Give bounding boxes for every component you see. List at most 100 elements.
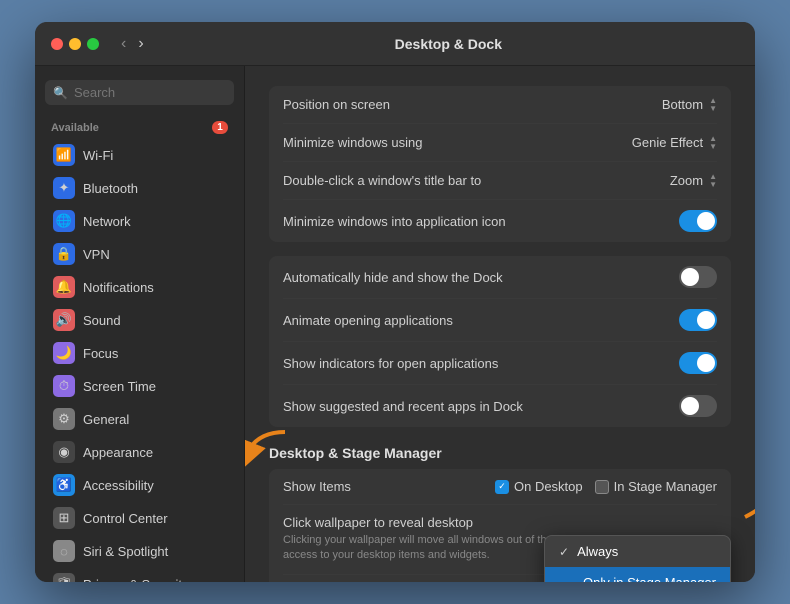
double-click-stepper[interactable]: ▲▼ [709, 173, 717, 189]
maximize-button[interactable] [87, 38, 99, 50]
sidebar-item-label: Wi-Fi [83, 148, 113, 163]
sidebar-item-label: Accessibility [83, 478, 154, 493]
in-stage-manager-checkbox[interactable] [595, 480, 609, 494]
sidebar-item-label: Privacy & Security [83, 577, 188, 583]
dock-settings-group-2: Automatically hide and show the Dock Ani… [269, 256, 731, 427]
network-icon: 🌐 [53, 210, 75, 232]
sidebar-item-label: Sound [83, 313, 121, 328]
system-preferences-window: ‹ › Desktop & Dock 🔍 Available 1 📶 Wi-Fi… [35, 22, 755, 582]
in-stage-manager-option[interactable]: In Stage Manager [595, 479, 717, 494]
minimize-value: Genie Effect ▲▼ [632, 135, 717, 151]
sidebar-item-label: Focus [83, 346, 118, 361]
suggested-row: Show suggested and recent apps in Dock [283, 385, 717, 427]
titlebar: ‹ › Desktop & Dock [35, 22, 755, 66]
in-stage-manager-label: In Stage Manager [614, 479, 717, 494]
position-stepper[interactable]: ▲▼ [709, 97, 717, 113]
wifi-icon: 📶 [53, 144, 75, 166]
sidebar-item-label: General [83, 412, 129, 427]
sidebar-item-privacy-security[interactable]: 🛡 Privacy & Security [41, 568, 238, 582]
back-arrow[interactable]: ‹ [117, 33, 130, 55]
traffic-lights [51, 38, 99, 50]
indicators-label: Show indicators for open applications [283, 356, 498, 371]
screen-time-icon: ⏱ [53, 375, 75, 397]
animate-label: Animate opening applications [283, 313, 453, 328]
appearance-icon: ◉ [53, 441, 75, 463]
search-input[interactable] [74, 85, 226, 100]
sidebar-item-appearance[interactable]: ◉ Appearance [41, 436, 238, 468]
sidebar-item-label: VPN [83, 247, 110, 262]
wallpaper-row-top: Click wallpaper to reveal desktop [283, 515, 717, 530]
sidebar-item-control-center[interactable]: ⊞ Control Center [41, 502, 238, 534]
checkmark-icon: ✓ [559, 545, 569, 559]
sidebar-item-bluetooth[interactable]: ✦ Bluetooth [41, 172, 238, 204]
position-value: Bottom ▲▼ [662, 97, 717, 113]
suggested-toggle[interactable] [679, 395, 717, 417]
animate-row: Animate opening applications [283, 299, 717, 342]
stage-manager-section-header: Desktop & Stage Manager [269, 445, 731, 461]
notification-badge: 1 [212, 121, 228, 134]
indicators-toggle[interactable] [679, 352, 717, 374]
general-icon: ⚙ [53, 408, 75, 430]
sidebar: 🔍 Available 1 📶 Wi-Fi ✦ Bluetooth 🌐 Netw… [35, 66, 245, 582]
show-items-label: Show Items [283, 479, 351, 494]
show-items-options: ✓ On Desktop In Stage Manager [495, 479, 717, 494]
nav-arrows: ‹ › [117, 33, 148, 55]
sidebar-item-network[interactable]: 🌐 Network [41, 205, 238, 237]
search-icon: 🔍 [53, 86, 68, 100]
focus-icon: 🌙 [53, 342, 75, 364]
content-area: 🔍 Available 1 📶 Wi-Fi ✦ Bluetooth 🌐 Netw… [35, 66, 755, 582]
notifications-icon: 🔔 [53, 276, 75, 298]
position-row: Position on screen Bottom ▲▼ [283, 86, 717, 124]
auto-hide-label: Automatically hide and show the Dock [283, 270, 503, 285]
sidebar-item-label: Bluetooth [83, 181, 138, 196]
sidebar-item-notifications[interactable]: 🔔 Notifications [41, 271, 238, 303]
sidebar-item-siri-spotlight[interactable]: ◌ Siri & Spotlight [41, 535, 238, 567]
sidebar-item-wifi[interactable]: 📶 Wi-Fi [41, 139, 238, 171]
show-items-row: Show Items ✓ On Desktop In Stage Manager [283, 469, 717, 505]
minimize-row: Minimize windows using Genie Effect ▲▼ [283, 124, 717, 162]
sidebar-item-focus[interactable]: 🌙 Focus [41, 337, 238, 369]
stage-manager-settings-group: Show Items ✓ On Desktop In Stage Manager [269, 469, 731, 582]
minimize-app-toggle[interactable] [679, 210, 717, 232]
auto-hide-toggle[interactable] [679, 266, 717, 288]
accessibility-icon: ♿ [53, 474, 75, 496]
sidebar-item-label: Siri & Spotlight [83, 544, 168, 559]
double-click-value: Zoom ▲▼ [670, 173, 717, 189]
sidebar-item-accessibility[interactable]: ♿ Accessibility [41, 469, 238, 501]
on-desktop-option[interactable]: ✓ On Desktop [495, 479, 583, 494]
sidebar-item-sound[interactable]: 🔊 Sound [41, 304, 238, 336]
siri-icon: ◌ [53, 540, 75, 562]
control-center-icon: ⊞ [53, 507, 75, 529]
dropdown-item-always[interactable]: ✓ Always [545, 536, 730, 567]
sidebar-item-vpn[interactable]: 🔒 VPN [41, 238, 238, 270]
minimize-app-label: Minimize windows into application icon [283, 214, 506, 229]
dropdown-menu: ✓ Always Only in Stage Manager [544, 535, 731, 582]
right-arrow-annotation [735, 457, 755, 532]
main-panel: Position on screen Bottom ▲▼ Minimize wi… [245, 66, 755, 582]
vpn-icon: 🔒 [53, 243, 75, 265]
minimize-stepper[interactable]: ▲▼ [709, 135, 717, 151]
position-label: Position on screen [283, 97, 390, 112]
sidebar-item-screen-time[interactable]: ⏱ Screen Time [41, 370, 238, 402]
sidebar-item-label: Notifications [83, 280, 154, 295]
on-desktop-checkbox[interactable]: ✓ [495, 480, 509, 494]
minimize-label: Minimize windows using [283, 135, 422, 150]
auto-hide-row: Automatically hide and show the Dock [283, 256, 717, 299]
dock-settings-group-1: Position on screen Bottom ▲▼ Minimize wi… [269, 86, 731, 242]
dropdown-item-only-stage-manager[interactable]: Only in Stage Manager [545, 567, 730, 582]
double-click-label: Double-click a window's title bar to [283, 173, 481, 188]
minimize-button[interactable] [69, 38, 81, 50]
sidebar-item-label: Screen Time [83, 379, 156, 394]
window-title: Desktop & Dock [158, 36, 739, 52]
animate-toggle[interactable] [679, 309, 717, 331]
sound-icon: 🔊 [53, 309, 75, 331]
close-button[interactable] [51, 38, 63, 50]
click-wallpaper-row: Click wallpaper to reveal desktop Clicki… [283, 505, 717, 575]
sidebar-section-label: Available 1 [35, 117, 244, 138]
double-click-row: Double-click a window's title bar to Zoo… [283, 162, 717, 200]
sidebar-item-general[interactable]: ⚙ General [41, 403, 238, 435]
search-box[interactable]: 🔍 [45, 80, 234, 105]
bluetooth-icon: ✦ [53, 177, 75, 199]
privacy-icon: 🛡 [53, 573, 75, 582]
forward-arrow[interactable]: › [134, 33, 147, 55]
